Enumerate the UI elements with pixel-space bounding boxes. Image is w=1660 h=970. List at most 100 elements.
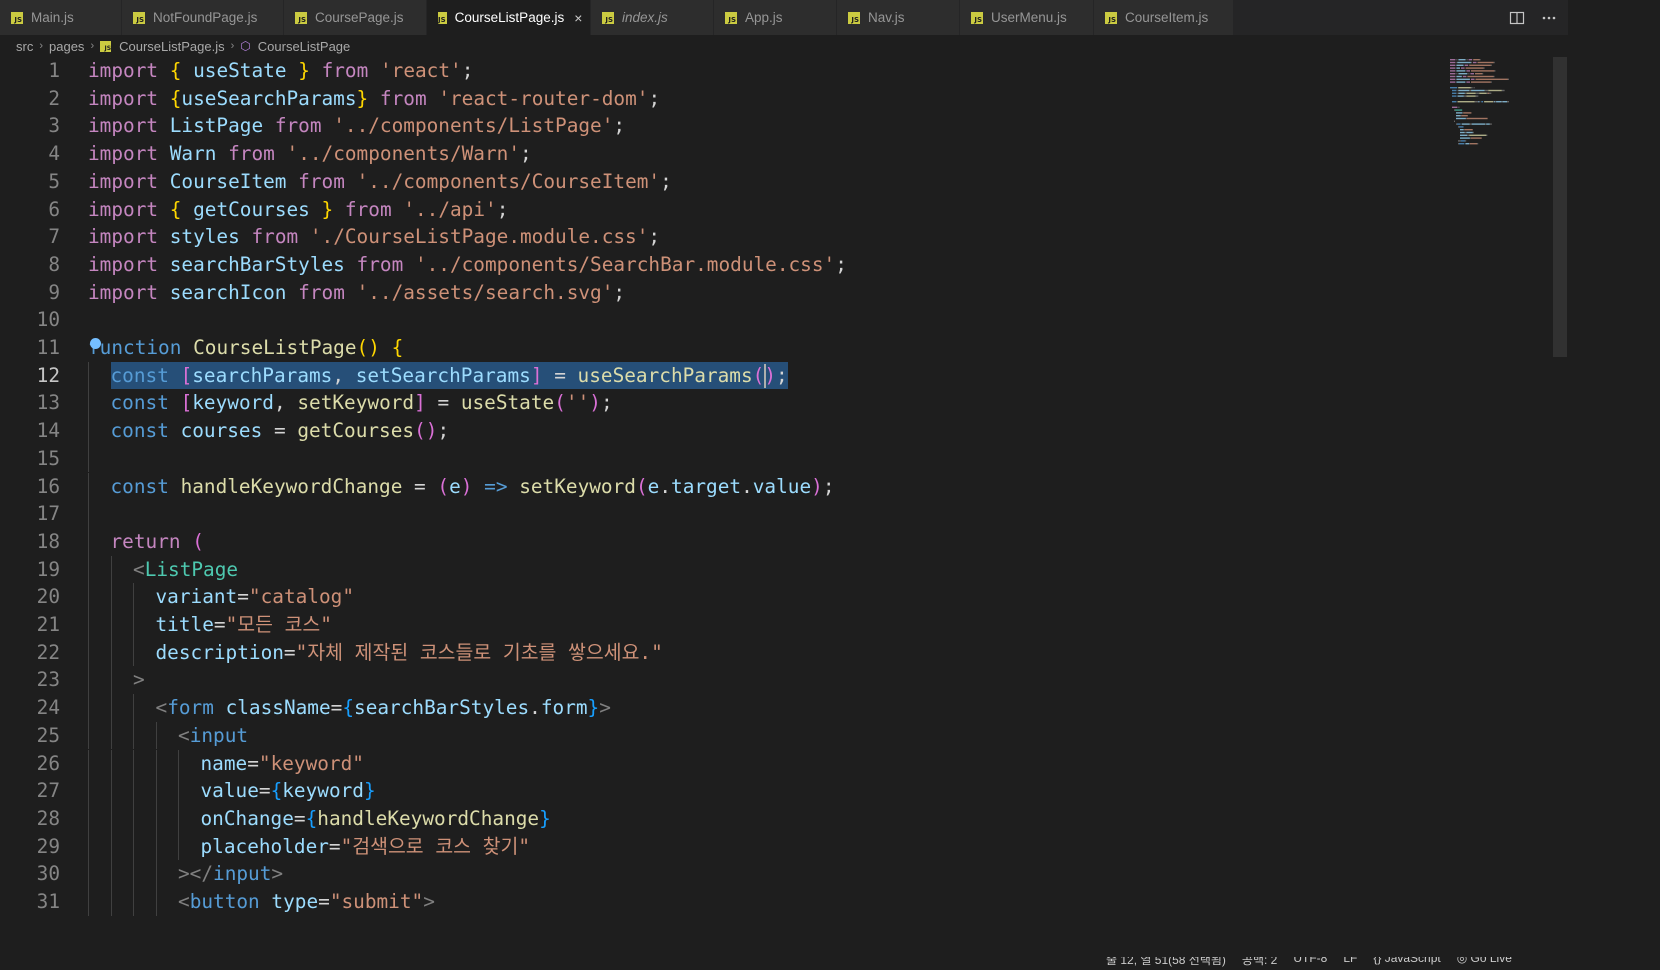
indent-guide [110, 860, 112, 888]
line-number: 5 [48, 169, 60, 193]
breadcrumb-item-file[interactable]: CourseListPage.js [119, 39, 225, 54]
code-line[interactable]: 5 import CourseItem from '../components/C… [0, 168, 1650, 196]
code-text: import Warn from '../components/Warn'; [88, 140, 532, 168]
code-line[interactable]: 27 value={keyword} [0, 777, 1650, 805]
more-actions-icon[interactable] [1540, 9, 1558, 27]
minimap-mark [1464, 129, 1473, 131]
tab-main[interactable]: JS Main.js [0, 0, 122, 35]
code-token: description [155, 640, 284, 664]
minimap-mark [1463, 112, 1472, 114]
code-token: from [298, 169, 345, 193]
minimap-mark [1450, 73, 1456, 75]
code-line[interactable]: 30 ></input> [0, 860, 1650, 888]
code-token: ) [589, 391, 601, 415]
breadcrumb-item-src[interactable]: src [16, 39, 33, 54]
code-line[interactable]: 13 const [keyword, setKeyword] = useState… [0, 389, 1650, 417]
status-item[interactable]: {} JavaScript [1373, 957, 1440, 968]
code-token: form [540, 696, 588, 720]
line-number: 7 [48, 225, 60, 249]
code-line[interactable]: 26 name="keyword" [0, 750, 1650, 778]
js-file-icon: JS [848, 11, 860, 24]
minimap-mark [1489, 92, 1491, 94]
code-line[interactable]: 23 > [0, 666, 1650, 694]
code-token: ListPage [144, 557, 239, 581]
tab-app[interactable]: JS App.js [714, 0, 837, 35]
vertical-scrollbar[interactable] [1553, 57, 1567, 357]
code-token: { [169, 59, 182, 82]
code-token: { [169, 197, 182, 221]
split-editor-icon[interactable] [1508, 9, 1526, 27]
code-line[interactable]: 28 onChange={handleKeywordChange} [0, 805, 1650, 833]
code-line[interactable]: 10 [0, 306, 1650, 334]
code-editor[interactable]: 1 import { useState } from 'react'; 2 impor… [0, 57, 1650, 957]
code-token: . [741, 474, 753, 498]
status-item[interactable]: 공백: 2 [1242, 957, 1277, 968]
breadcrumb-item-symbol[interactable]: CourseListPage [258, 39, 351, 54]
code-line[interactable]: 7 import styles from './CourseListPage.mo… [0, 223, 1650, 251]
minimap[interactable] [1448, 57, 1552, 167]
minimap-mark [1469, 143, 1470, 145]
code-token: < [178, 890, 190, 913]
code-line[interactable]: 6 import { getCourses } from '../api'; [0, 196, 1650, 224]
minimap-mark [1462, 75, 1467, 78]
code-line[interactable]: 29 placeholder="검색으로 코스 찾기" [0, 833, 1650, 861]
code-line[interactable]: 8 import searchBarStyles from '../compone… [0, 251, 1650, 279]
code-token: const [110, 419, 169, 443]
tab-index[interactable]: JS index.js [591, 0, 714, 35]
code-token: from [344, 197, 392, 221]
tab-usermenu[interactable]: JS UserMenu.js [960, 0, 1094, 35]
minimap-mark [1469, 137, 1471, 139]
code-line[interactable]: 3 import ListPage from '../components/Lis… [0, 112, 1650, 140]
code-token: } [321, 197, 334, 221]
minimap-mark [1460, 131, 1465, 134]
code-token: './CourseListPage.module.css' [309, 225, 649, 249]
code-token: getCourses [297, 419, 415, 443]
tab-nav[interactable]: JS Nav.js [837, 0, 960, 35]
lightbulb-icon[interactable] [90, 338, 101, 349]
code-line[interactable]: 19 <ListPage [0, 556, 1650, 584]
indent-guide [178, 832, 179, 861]
code-line[interactable]: 16 const handleKeywordChange = (e) => set… [0, 473, 1650, 501]
code-line[interactable]: 12 const [searchParams, setSearchParams] … [0, 361, 1650, 390]
code-line[interactable]: 9 import searchIcon from '../assets/searc… [0, 279, 1650, 307]
code-line[interactable]: 31 <button type="submit"> [0, 888, 1650, 916]
code-token: ) [811, 474, 823, 498]
code-line[interactable]: 24 <form className={searchBarStyles.form}… [0, 694, 1650, 722]
code-line[interactable]: 1 import { useState } from 'react'; [0, 57, 1650, 85]
minimap-mark [1461, 115, 1468, 117]
close-icon[interactable]: × [574, 10, 582, 26]
code-line[interactable]: 15 [0, 445, 1650, 473]
code-token: = [318, 890, 330, 913]
minimap-mark [1450, 59, 1456, 61]
tab-courseitem[interactable]: JS CourseItem.js [1094, 0, 1234, 35]
code-line[interactable]: 25 <input [0, 722, 1650, 750]
tab-label: index.js [622, 10, 668, 25]
tab-courselistpage[interactable]: JS CourseListPage.js × [427, 0, 591, 35]
code-token: < [178, 723, 190, 747]
code-text: const [keyword, setKeyword] = useState('… [111, 389, 613, 417]
tab-notfoundpage[interactable]: JS NotFoundPage.js [122, 0, 284, 35]
code-line[interactable]: 22 description="자체 제작된 코스들로 기초를 쌓으세요." [0, 639, 1650, 667]
code-line[interactable]: 11 function CourseListPage() { [0, 334, 1650, 362]
code-line[interactable]: 4 import Warn from '../components/Warn'; [0, 140, 1650, 168]
tab-coursepage[interactable]: JS CoursePage.js [284, 0, 427, 35]
status-item[interactable]: UTF-8 [1293, 957, 1327, 968]
breadcrumb-item-pages[interactable]: pages [49, 39, 84, 54]
status-item[interactable]: LF [1343, 957, 1357, 968]
code-line[interactable]: 17 [0, 500, 1650, 528]
code-line[interactable]: 14 const courses = getCourses(); [0, 417, 1650, 445]
code-token: Warn [169, 142, 217, 166]
code-token: < [133, 557, 145, 581]
status-item[interactable]: ◎ Go Live [1457, 957, 1512, 968]
code-line[interactable]: 21 title="모든 코스" [0, 611, 1650, 639]
code-line[interactable]: 2 import {useSearchParams} from 'react-ro… [0, 85, 1650, 113]
line-number: 9 [48, 280, 60, 304]
code-line[interactable]: 20 variant="catalog" [0, 583, 1650, 611]
code-token: handleKeywordChange [180, 474, 403, 498]
status-item[interactable]: 줄 12, 열 51(58 선택됨) [1106, 957, 1226, 968]
code-token: ( [437, 474, 450, 498]
code-token: CourseListPage [193, 336, 357, 359]
code-token: e [647, 474, 660, 498]
code-line[interactable]: 18 return ( [0, 528, 1650, 556]
